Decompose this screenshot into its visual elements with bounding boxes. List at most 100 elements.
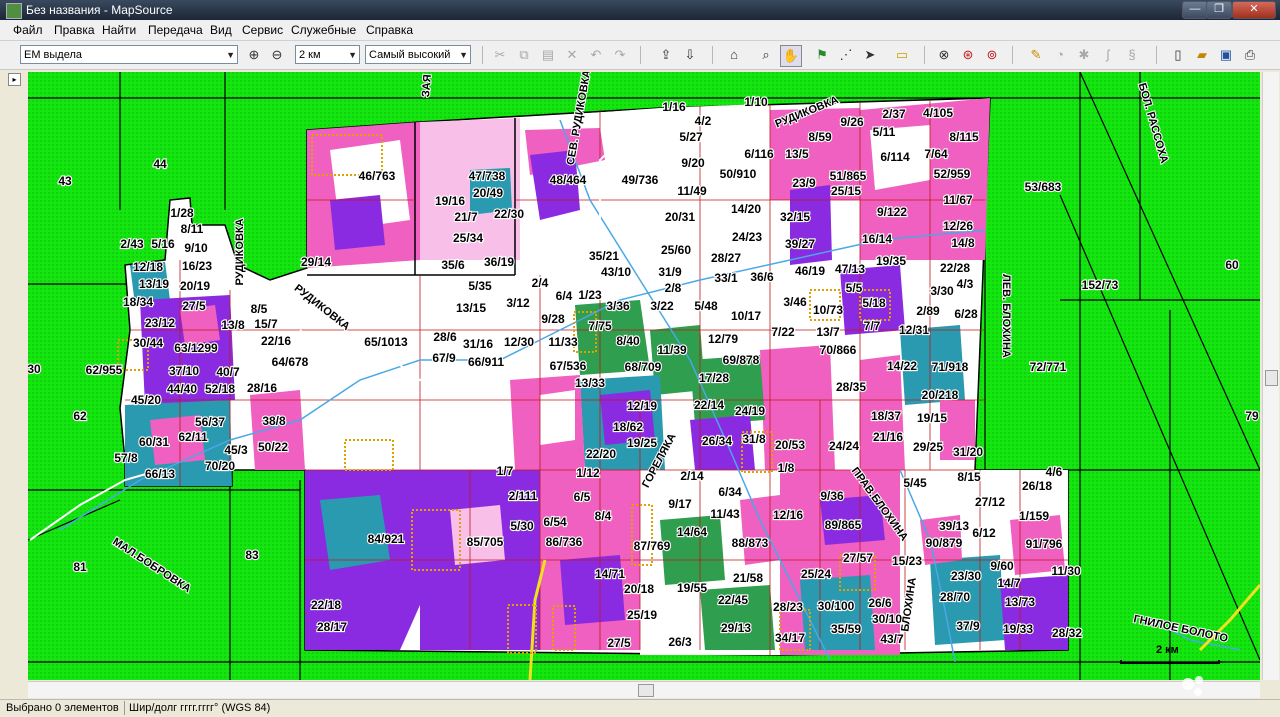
close-button[interactable]: ✕ xyxy=(1232,1,1276,19)
menu-help[interactable]: Справка xyxy=(366,23,413,37)
compartment-label: 1/23 xyxy=(578,288,602,302)
cut-icon[interactable]: ✂ xyxy=(490,45,510,65)
compartment-label: 46/19 xyxy=(795,264,825,278)
compartment-label: 83 xyxy=(245,548,259,562)
compartment-label: 62 xyxy=(73,409,87,423)
compartment-label: 6/28 xyxy=(954,307,978,321)
expand-panel-arrow-icon[interactable]: ▸ xyxy=(8,73,21,86)
road-label: ЗАЯ xyxy=(420,74,434,98)
compartment-label: 39/27 xyxy=(785,237,815,251)
compartment-label: 29/25 xyxy=(913,440,943,454)
undo-icon[interactable]: ↶ xyxy=(586,45,606,65)
compartment-label: 3/30 xyxy=(930,284,954,298)
map-tool-icon[interactable]: ⌂ xyxy=(724,45,744,65)
compartment-label: 45/3 xyxy=(224,443,248,457)
new-file-icon[interactable]: ▯ xyxy=(1168,45,1188,65)
scale-label: 2 км xyxy=(1156,644,1179,656)
zoom-tool-icon[interactable]: ⌕ xyxy=(756,45,776,65)
compartment-label: 30/44 xyxy=(133,336,163,350)
compartment-label: 6/34 xyxy=(718,485,742,499)
erase-track-icon[interactable]: ◔ xyxy=(1050,45,1070,65)
compartment-label: 29/14 xyxy=(301,255,331,269)
compartment-label: 7/22 xyxy=(771,325,795,339)
topographic-map[interactable]: 44 43 46/763 47/738 48/464 49/736 50/910 51/865… xyxy=(28,72,1260,680)
print-icon[interactable]: ⎙ xyxy=(1240,45,1260,65)
menu-transfer[interactable]: Передача xyxy=(148,23,203,37)
compartment-label: 20/218 xyxy=(922,388,959,402)
chevron-down-icon: ▼ xyxy=(348,50,357,60)
hand-tool-icon[interactable]: ✋ xyxy=(780,45,802,67)
compartment-label: 27/12 xyxy=(975,495,1005,509)
compartment-label: 90/879 xyxy=(926,536,963,550)
menu-tools[interactable]: Сервис xyxy=(242,23,283,37)
route-tool-icon[interactable]: ⋰ xyxy=(836,45,856,65)
zoom-out-button[interactable]: ⊖ xyxy=(267,45,287,65)
menu-find[interactable]: Найти xyxy=(102,23,136,37)
compartment-label: 43/7 xyxy=(880,632,904,646)
find-places-icon[interactable]: ⊛ xyxy=(958,45,978,65)
compartment-label: 1/8 xyxy=(778,461,795,475)
find-binoculars-icon[interactable]: ⊗ xyxy=(934,45,954,65)
distance-tool-icon[interactable]: ▭ xyxy=(892,45,912,65)
menu-view[interactable]: Вид xyxy=(210,23,232,37)
compartment-label: 53/683 xyxy=(1025,180,1062,194)
copy-icon[interactable]: ⧉ xyxy=(514,45,534,65)
paste-icon[interactable]: ▤ xyxy=(538,45,558,65)
track-split-icon[interactable]: ʃ xyxy=(1098,45,1118,65)
window-title: Без названия - MapSource xyxy=(26,3,173,17)
title-bar: Без названия - MapSource — ❐ ✕ xyxy=(0,0,1280,20)
detail-level-select[interactable]: Самый высокий ▼ xyxy=(365,45,471,64)
zoom-in-button[interactable]: ⊕ xyxy=(244,45,264,65)
open-folder-icon[interactable]: ▰ xyxy=(1192,45,1212,65)
menu-file[interactable]: Файл xyxy=(13,23,43,37)
zoom-level-select[interactable]: 2 км ▼ xyxy=(295,45,360,64)
menu-edit[interactable]: Правка xyxy=(54,23,95,37)
track-tool-icon[interactable]: ✎ xyxy=(1026,45,1046,65)
compartment-label: 22/30 xyxy=(494,207,524,221)
vertical-scroll-thumb[interactable] xyxy=(1265,370,1278,386)
compartment-label: 23/30 xyxy=(951,569,981,583)
delete-icon[interactable]: ✕ xyxy=(562,45,582,65)
select-arrow-icon[interactable]: ➤ xyxy=(860,45,880,65)
save-disk-icon[interactable]: ▣ xyxy=(1216,45,1236,65)
mapsource-app-icon xyxy=(6,3,22,19)
compartment-label: 28/35 xyxy=(836,380,866,394)
receive-from-device-icon[interactable]: ⇪ xyxy=(656,45,676,65)
minimize-button[interactable]: — xyxy=(1182,1,1208,19)
horizontal-scroll-thumb[interactable] xyxy=(638,684,654,697)
compartment-label: 23/9 xyxy=(792,176,816,190)
compartment-label: 26/34 xyxy=(702,434,732,448)
compartment-label: 12/16 xyxy=(773,508,803,522)
compartment-label: 2/111 xyxy=(509,489,538,503)
compartment-label: 1/28 xyxy=(170,206,194,220)
compartment-label: 71/918 xyxy=(932,360,969,374)
compartment-label: 13/8 xyxy=(221,318,245,332)
compartment-label: 6/54 xyxy=(543,515,567,529)
compartment-label: 19/55 xyxy=(677,581,707,595)
compartment-label: 8/4 xyxy=(595,509,612,523)
menu-utilities[interactable]: Служебные xyxy=(291,23,356,37)
compartment-label: 8/11 xyxy=(181,222,204,236)
compartment-label: 36/6 xyxy=(750,270,774,284)
compartment-label: 62/955 xyxy=(86,363,123,377)
redo-icon[interactable]: ↷ xyxy=(610,45,630,65)
track-filter-icon[interactable]: § xyxy=(1122,45,1142,65)
compartment-label: 5/16 xyxy=(151,237,175,251)
compartment-label: 19/35 xyxy=(876,254,906,268)
find-nearby-icon[interactable]: ⊚ xyxy=(982,45,1002,65)
compartment-label: 81 xyxy=(73,560,87,574)
compartment-label: 57/8 xyxy=(114,451,138,465)
maximize-button[interactable]: ❐ xyxy=(1206,1,1232,19)
horizontal-scrollbar[interactable] xyxy=(28,681,1260,698)
map-view[interactable]: 44 43 46/763 47/738 48/464 49/736 50/910 51/865… xyxy=(28,72,1260,680)
send-to-device-icon[interactable]: ⇩ xyxy=(680,45,700,65)
vertical-scrollbar[interactable] xyxy=(1262,72,1279,680)
compartment-label: 28/23 xyxy=(773,600,803,614)
waypoint-flag-icon[interactable]: ⚑ xyxy=(812,45,832,65)
layer-select[interactable]: ЕМ выдела ▼ xyxy=(20,45,238,64)
compartment-label: 48/464 xyxy=(550,173,587,187)
track-join-icon[interactable]: ✱ xyxy=(1074,45,1094,65)
compartment-label: 88/873 xyxy=(732,536,769,550)
compartment-label: 29/13 xyxy=(721,621,751,635)
compartment-label: 31/9 xyxy=(658,265,682,279)
